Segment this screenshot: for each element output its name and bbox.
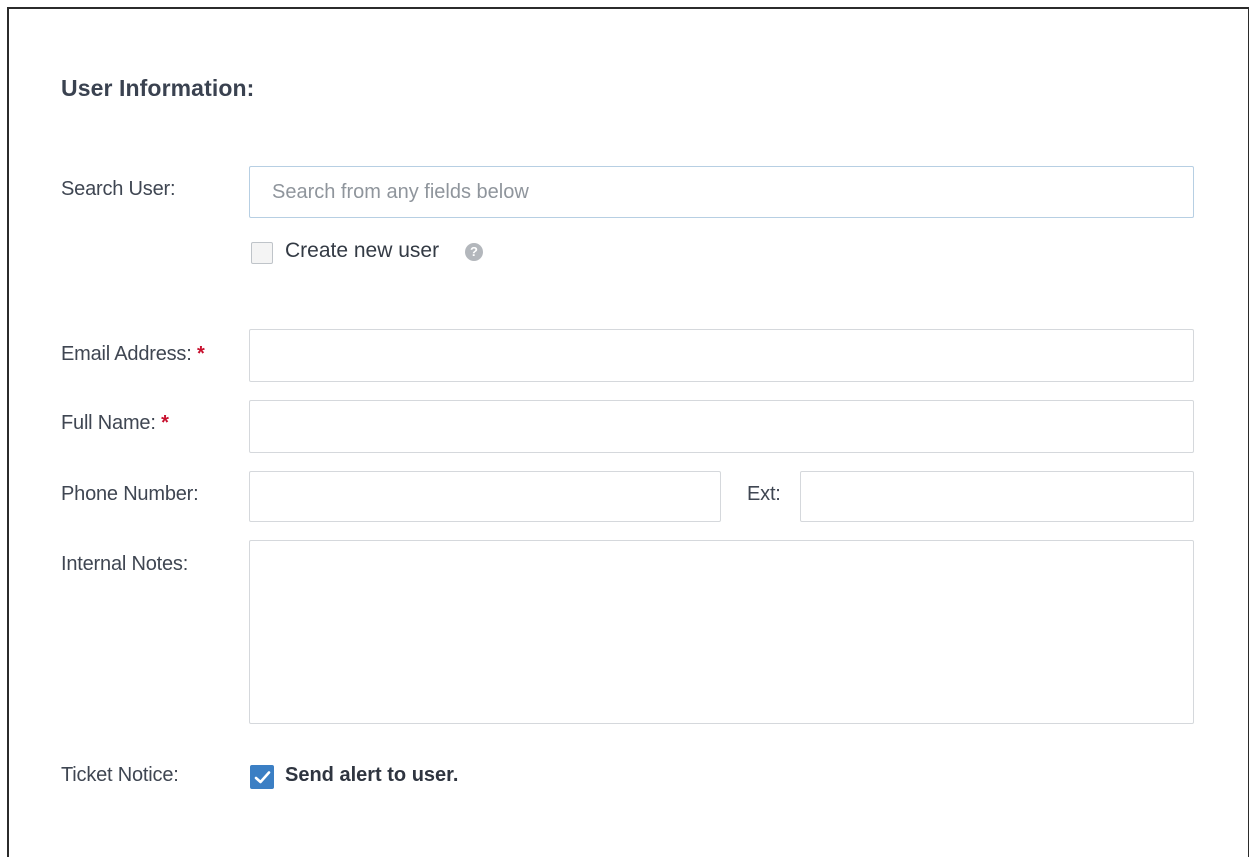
email-address-input[interactable] — [249, 329, 1194, 382]
full-name-input[interactable] — [249, 400, 1194, 453]
section-title: User Information: — [61, 75, 255, 101]
ticket-notice-label: Ticket Notice: — [61, 764, 179, 786]
question-circle-icon[interactable]: ? — [465, 243, 483, 261]
email-address-label: Email Address: * — [61, 343, 205, 366]
create-new-user-checkbox[interactable] — [251, 242, 273, 264]
search-user-input[interactable] — [249, 166, 1194, 218]
checkmark-icon — [254, 771, 271, 784]
required-marker: * — [161, 412, 169, 434]
internal-notes-label: Internal Notes: — [61, 553, 189, 575]
full-name-label-text: Full Name: — [61, 412, 156, 434]
full-name-label: Full Name: * — [61, 412, 169, 435]
phone-number-label: Phone Number: — [61, 483, 199, 505]
search-user-label: Search User: — [61, 178, 176, 200]
send-alert-label[interactable]: Send alert to user. — [285, 764, 458, 787]
phone-ext-input[interactable] — [800, 471, 1194, 522]
email-address-label-text: Email Address: — [61, 343, 192, 365]
send-alert-checkbox[interactable] — [250, 765, 274, 789]
internal-notes-textarea[interactable] — [249, 540, 1194, 724]
phone-number-input[interactable] — [249, 471, 721, 522]
ext-label: Ext: — [747, 483, 781, 505]
create-new-user-label[interactable]: Create new user — [285, 239, 439, 263]
required-marker: * — [196, 343, 205, 365]
